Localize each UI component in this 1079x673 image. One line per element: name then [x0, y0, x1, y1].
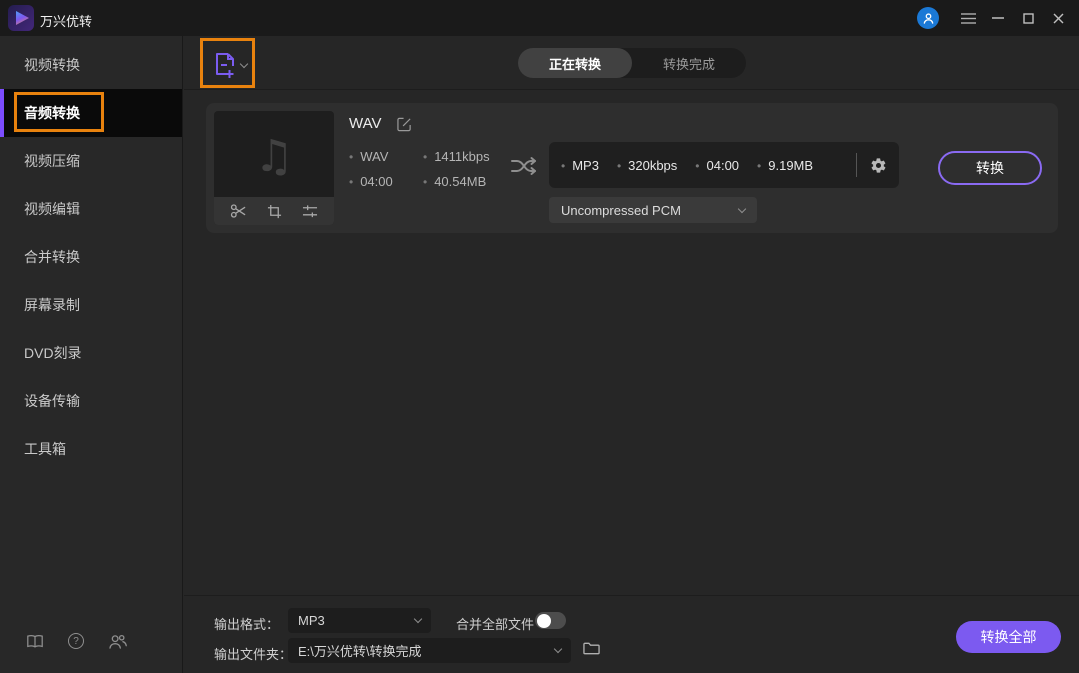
footer-divider: [184, 595, 1079, 596]
source-info: WAV 1411kbps 04:00 40.54MB: [349, 149, 490, 189]
close-button[interactable]: [1043, 0, 1073, 36]
divider: [856, 153, 857, 177]
output-folder-select[interactable]: E:\万兴优转\转换完成: [288, 638, 571, 663]
settings-gear-icon[interactable]: [870, 157, 887, 174]
output-format-select[interactable]: MP3: [288, 608, 431, 633]
minimize-button[interactable]: [983, 0, 1013, 36]
add-file-icon: [216, 52, 234, 78]
crop-icon[interactable]: [267, 204, 282, 219]
output-folder-label: 输出文件夹：: [214, 647, 293, 662]
sidebar-item-video-convert[interactable]: 视频转换: [0, 41, 182, 89]
source-duration: 04:00: [349, 174, 423, 189]
convert-all-button[interactable]: 转换全部: [956, 621, 1061, 653]
help-icon[interactable]: ?: [68, 633, 84, 649]
thumb-toolbar: [214, 197, 334, 225]
app-logo-icon: [8, 5, 34, 31]
sidebar-item-video-compress[interactable]: 视频压缩: [0, 137, 182, 185]
sidebar-item-video-edit[interactable]: 视频编辑: [0, 185, 182, 233]
sidebar-item-audio-convert[interactable]: 音频转换: [0, 89, 182, 137]
convert-button[interactable]: 转换: [938, 151, 1042, 185]
file-title: WAV: [349, 115, 382, 132]
menu-icon[interactable]: [953, 0, 983, 36]
maximize-button[interactable]: [1013, 0, 1043, 36]
user-avatar-icon[interactable]: [917, 7, 939, 29]
chevron-down-icon: [553, 644, 563, 654]
rename-edit-icon[interactable]: [397, 117, 412, 132]
chevron-down-icon: [239, 59, 249, 68]
source-size: 40.54MB: [423, 174, 490, 189]
merge-all-label: 合并全部文件: [456, 617, 535, 632]
chevron-down-icon: [413, 614, 423, 624]
main-panel: 正在转换 转换完成 ♫ WAV • WAV • 1411kbps • 04:00…: [184, 36, 1079, 673]
trim-scissors-icon[interactable]: [230, 203, 247, 219]
manual-book-icon[interactable]: [26, 634, 44, 649]
convert-arrows-icon: [510, 153, 537, 179]
toolbar-divider: [184, 89, 1079, 90]
tab-converting[interactable]: 正在转换: [518, 48, 632, 78]
sidebar-item-device-transfer[interactable]: 设备传输: [0, 377, 182, 425]
target-size: 9.19MB: [757, 158, 813, 173]
target-format: MP3: [561, 158, 599, 173]
output-format-label: 输出格式：: [214, 617, 280, 632]
target-info-box: MP3 320kbps 04:00 9.19MB: [549, 142, 899, 188]
sidebar-item-dvd-burn[interactable]: DVD刻录: [0, 329, 182, 377]
file-card: ♫ WAV • WAV • 1411kbps • 04:00 • 40.54MB…: [206, 103, 1058, 233]
merge-all-toggle[interactable]: [535, 612, 566, 629]
chevron-down-icon: [737, 204, 747, 213]
file-thumbnail: ♫: [214, 111, 334, 225]
target-duration: 04:00: [695, 158, 740, 173]
tab-finished[interactable]: 转换完成: [632, 48, 746, 78]
sidebar-item-screen-record[interactable]: 屏幕录制: [0, 281, 182, 329]
sidebar: 视频转换 音频转换 视频压缩 视频编辑 合并转换 屏幕录制 DVD刻录 设备传输…: [0, 36, 183, 673]
sidebar-item-merge-convert[interactable]: 合并转换: [0, 233, 182, 281]
convert-status-tabs: 正在转换 转换完成: [518, 48, 746, 78]
browse-folder-icon[interactable]: [583, 641, 600, 655]
community-icon[interactable]: [108, 634, 127, 649]
source-bitrate: 1411kbps: [423, 149, 489, 164]
titlebar: 万兴优转: [0, 0, 1079, 36]
source-format: WAV: [349, 149, 423, 164]
effects-sliders-icon[interactable]: [302, 204, 318, 219]
codec-select[interactable]: Uncompressed PCM: [549, 197, 757, 223]
music-note-icon: ♫: [254, 131, 294, 182]
target-bitrate: 320kbps: [617, 158, 677, 173]
add-file-button[interactable]: [206, 44, 254, 86]
toggle-knob: [536, 613, 551, 628]
app-title: 万兴优转: [40, 14, 93, 29]
sidebar-item-toolbox[interactable]: 工具箱: [0, 425, 182, 473]
